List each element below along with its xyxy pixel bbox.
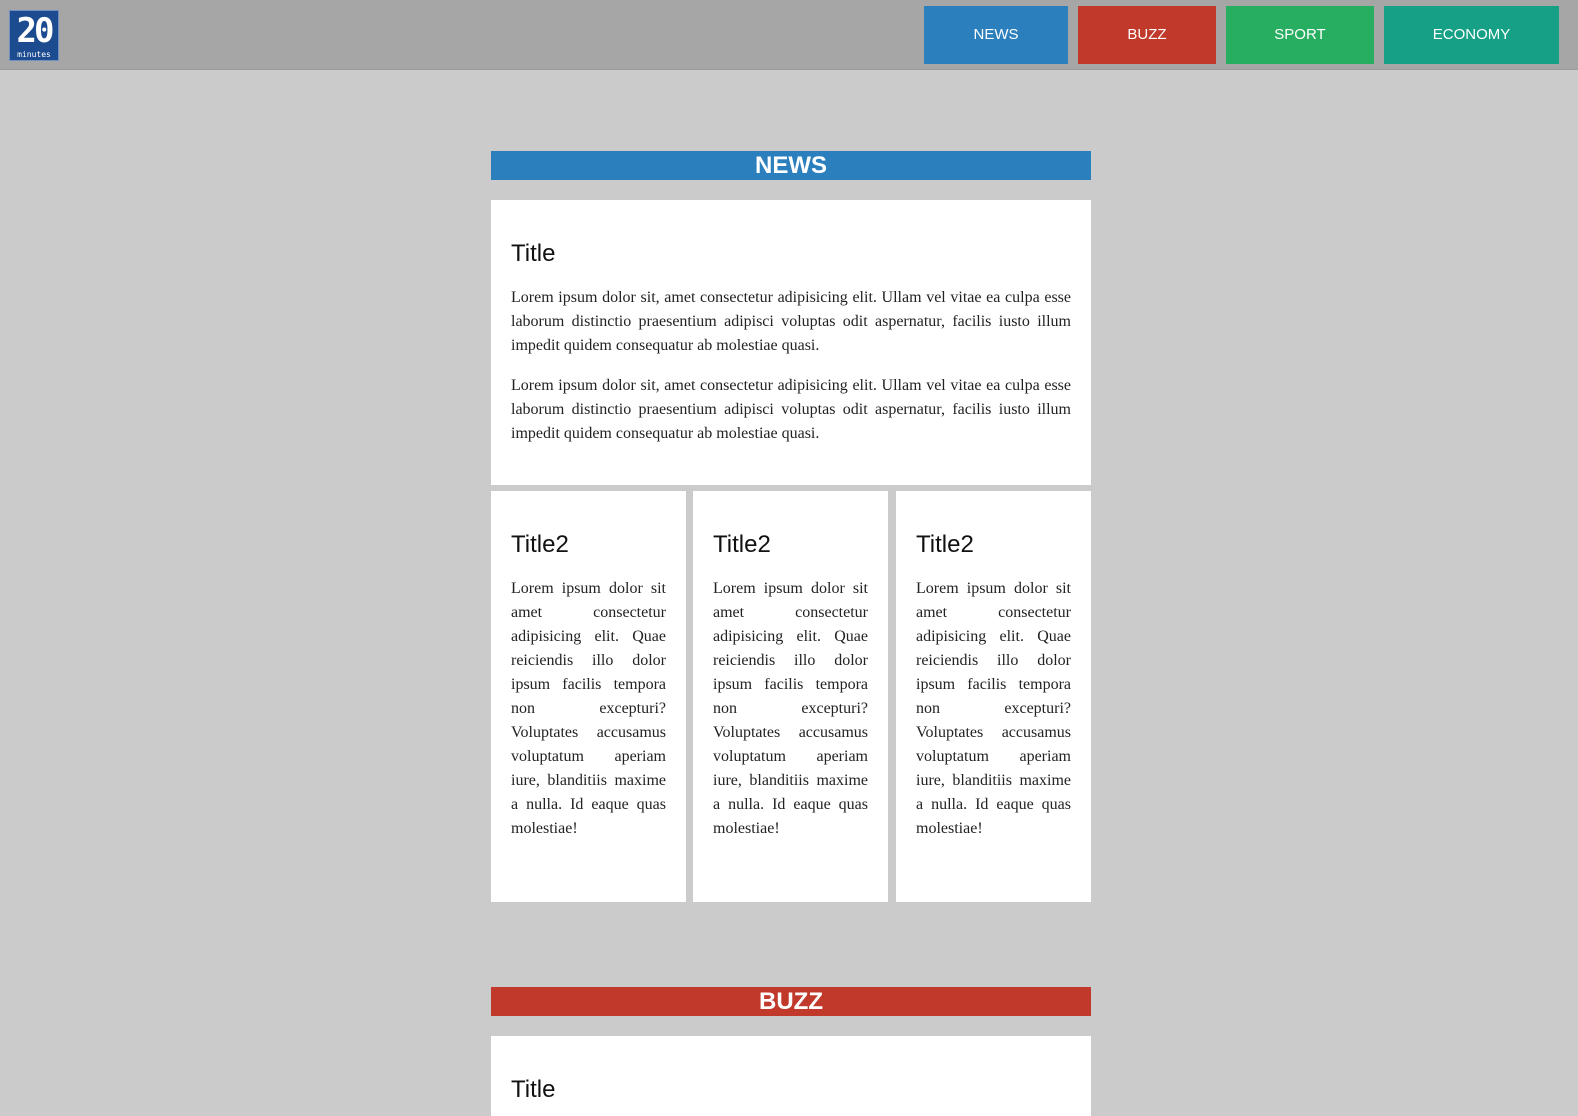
- nav-button-sport[interactable]: SPORT: [1226, 6, 1374, 64]
- article-title: Title: [511, 240, 556, 267]
- article-text: Lorem ipsum dolor sit amet consectetur a…: [713, 580, 868, 837]
- article-text: Lorem ipsum dolor sit amet consectetur a…: [511, 580, 666, 837]
- nav-button-news[interactable]: NEWS: [924, 6, 1068, 64]
- top-navigation-bar: 20 minutes NEWS BUZZ SPORT ECONOMY: [0, 0, 1578, 70]
- site-logo[interactable]: 20 minutes: [9, 10, 59, 61]
- buzz-section-heading: BUZZ: [491, 987, 1091, 1016]
- article-title: Title2: [511, 531, 569, 558]
- nav-button-economy[interactable]: ECONOMY: [1384, 6, 1559, 64]
- news-sub-article[interactable]: Title2 Lorem ipsum dolor sit amet consec…: [693, 491, 888, 902]
- nav-button-buzz[interactable]: BUZZ: [1078, 6, 1216, 64]
- article-paragraph: Lorem ipsum dolor sit, amet consectetur …: [511, 289, 1071, 354]
- buzz-main-article[interactable]: Title: [491, 1036, 1091, 1116]
- news-section-heading: NEWS: [491, 151, 1091, 180]
- article-title: Title: [511, 1076, 556, 1103]
- article-text: Lorem ipsum dolor sit amet consectetur a…: [916, 580, 1071, 837]
- article-paragraph: Lorem ipsum dolor sit, amet consectetur …: [511, 377, 1071, 442]
- news-main-article[interactable]: Title Lorem ipsum dolor sit, amet consec…: [491, 200, 1091, 485]
- news-sub-article[interactable]: Title2 Lorem ipsum dolor sit amet consec…: [896, 491, 1091, 902]
- logo-word: minutes: [17, 50, 51, 59]
- article-title: Title2: [916, 531, 974, 558]
- news-sub-article[interactable]: Title2 Lorem ipsum dolor sit amet consec…: [491, 491, 686, 902]
- article-title: Title2: [713, 531, 771, 558]
- logo-number: 20: [16, 11, 55, 51]
